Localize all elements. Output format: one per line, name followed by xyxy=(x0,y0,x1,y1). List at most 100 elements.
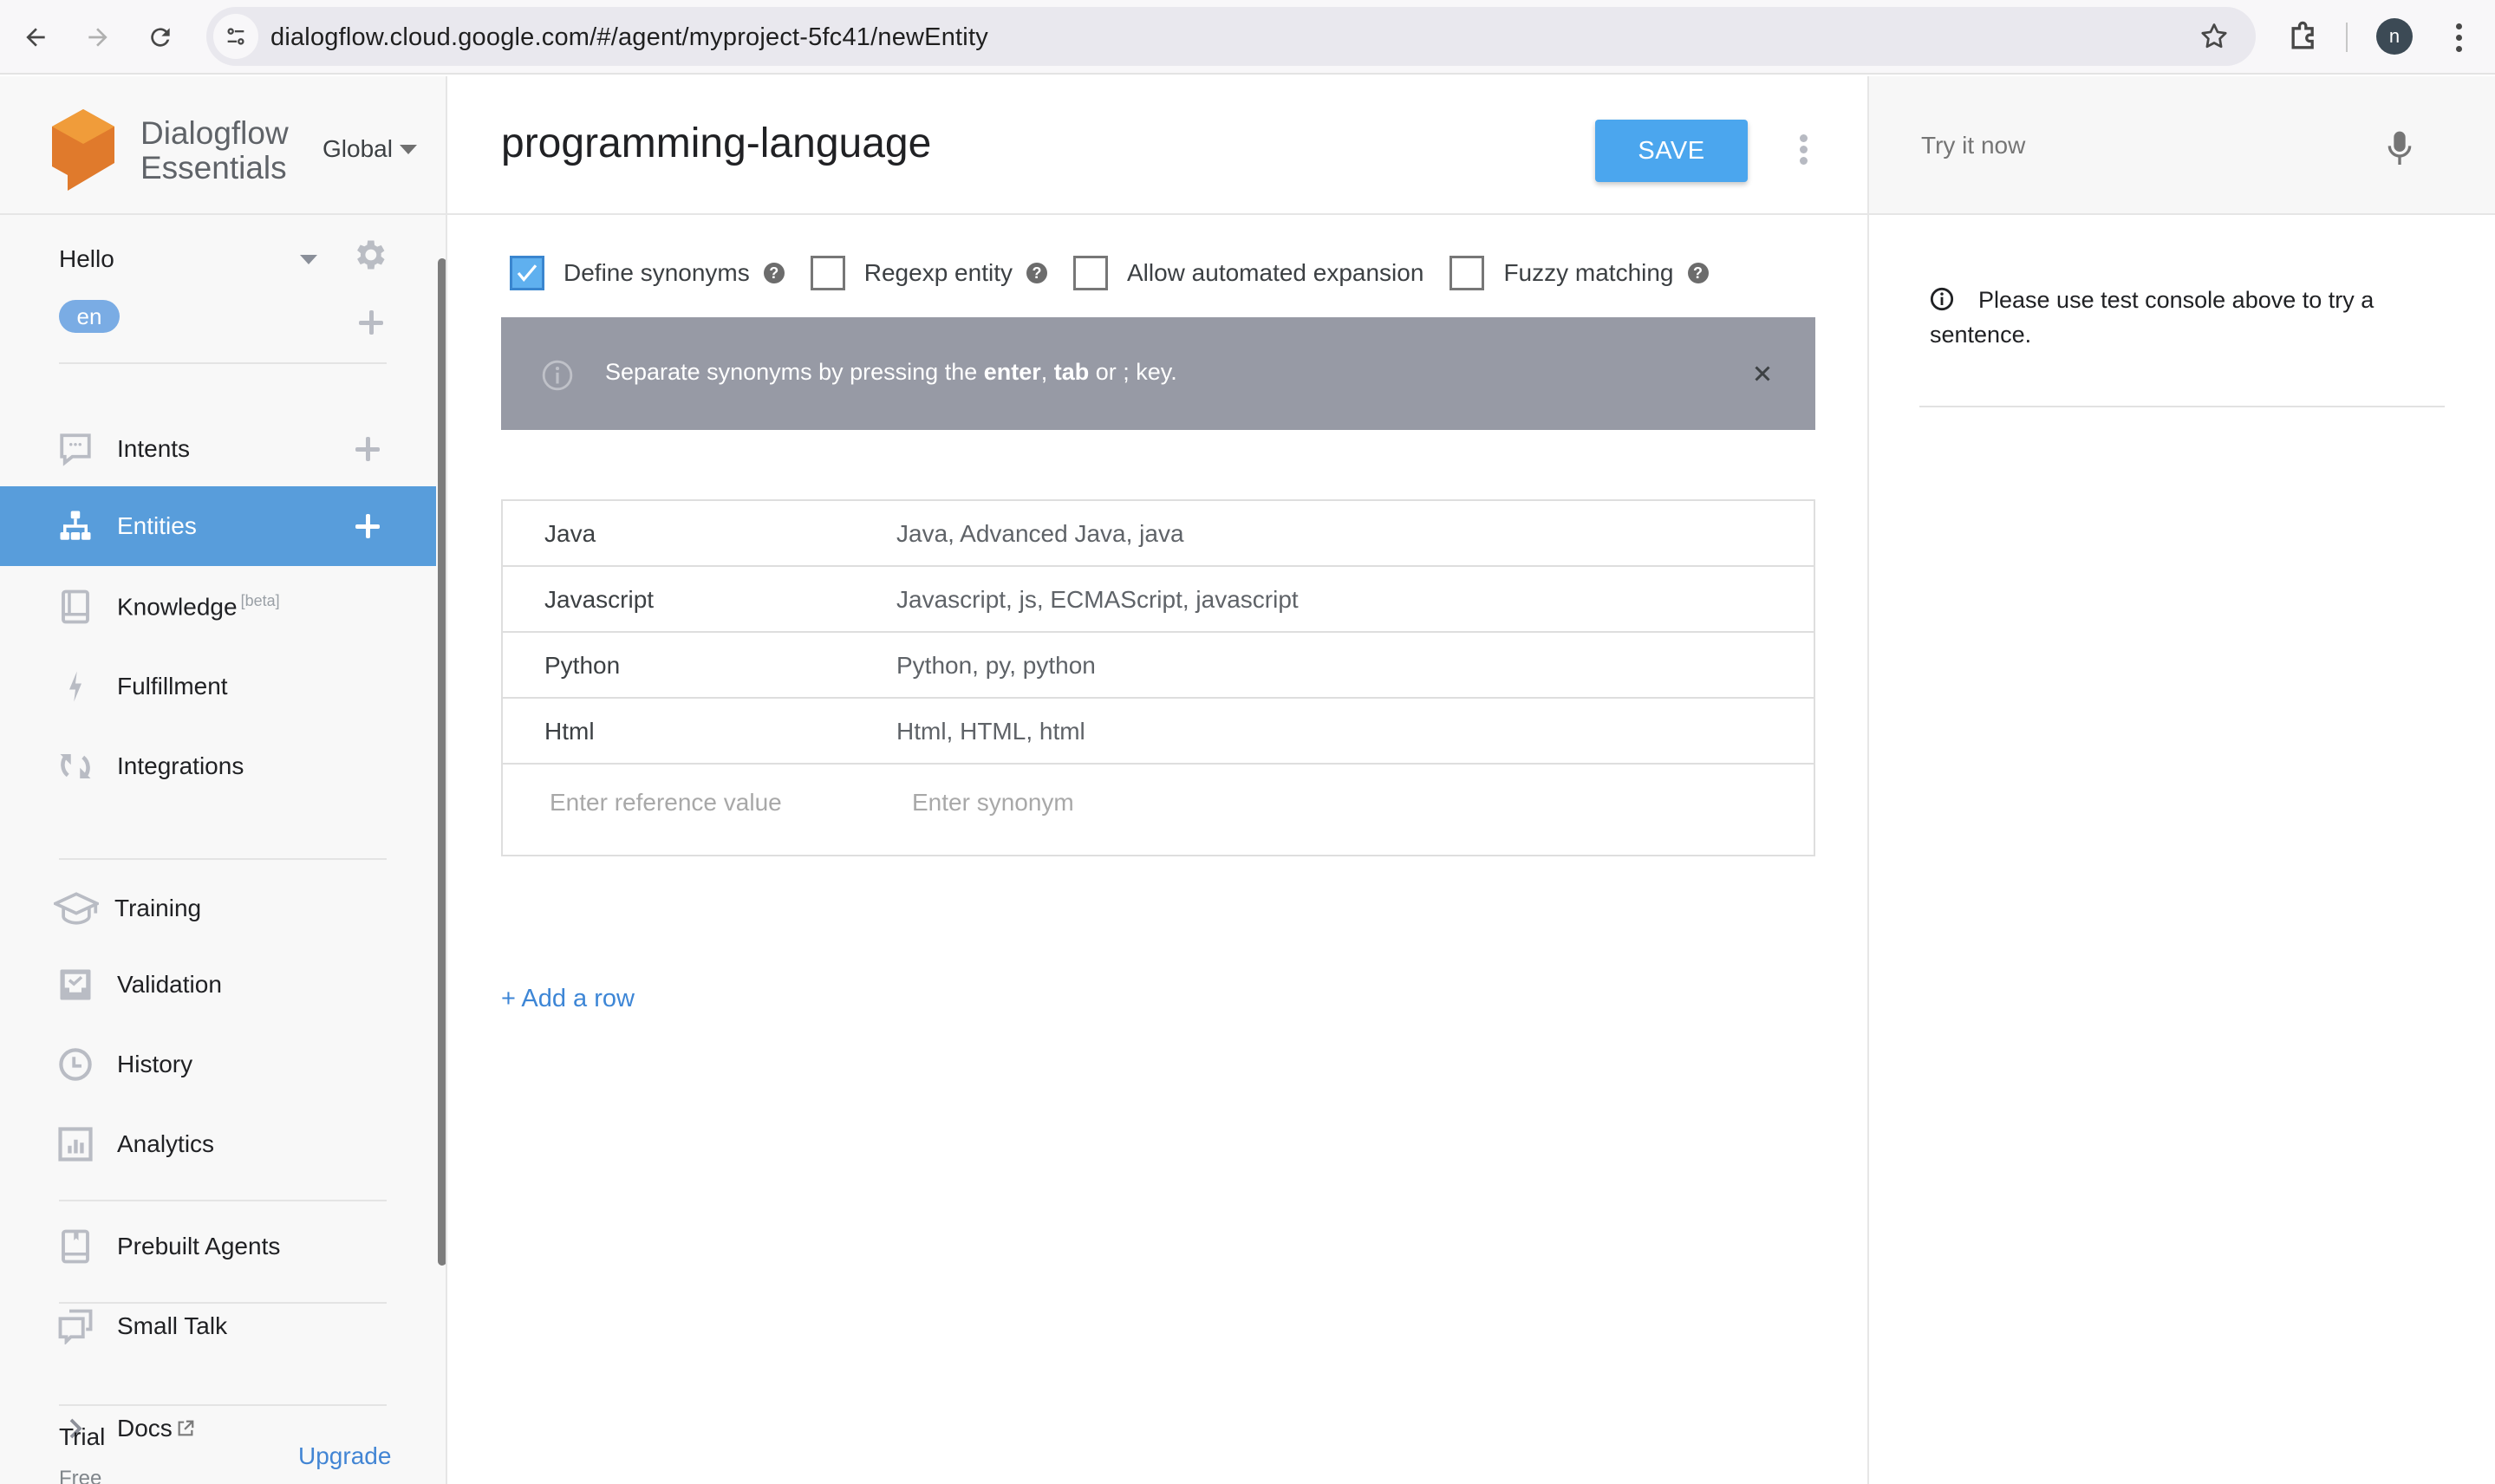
sidebar-item-prebuilt-agents[interactable]: Prebuilt Agents xyxy=(0,1207,436,1286)
synonyms-value[interactable]: Python, py, python xyxy=(896,652,1096,680)
synonym-input[interactable] xyxy=(912,789,1762,817)
option-define-synonyms[interactable]: Define synonyms ? xyxy=(510,256,785,290)
sidebar-item-label: Entities xyxy=(117,512,197,539)
site-info-button[interactable] xyxy=(213,14,258,59)
reference-value-input[interactable] xyxy=(550,789,879,817)
agent-settings-gear-icon[interactable] xyxy=(350,236,388,274)
extensions-icon[interactable] xyxy=(2285,17,2323,55)
help-icon[interactable]: ? xyxy=(763,263,785,283)
address-bar[interactable]: dialogflow.cloud.google.com/#/agent/mypr… xyxy=(206,7,2256,66)
sidebar-divider xyxy=(59,1302,387,1304)
region-label: Global xyxy=(322,135,393,162)
browser-toolbar: dialogflow.cloud.google.com/#/agent/mypr… xyxy=(0,0,2495,75)
sidebar-item-analytics[interactable]: Analytics xyxy=(0,1104,436,1184)
sidebar-item-label: Docs xyxy=(117,1415,195,1442)
sidebar-scrollbar[interactable] xyxy=(438,258,446,1266)
option-fuzzy-matching[interactable]: Fuzzy matching ? xyxy=(1449,256,1709,290)
reference-value[interactable]: Html xyxy=(544,718,595,745)
help-icon[interactable]: ? xyxy=(1687,263,1709,283)
add-entity-button[interactable] xyxy=(355,514,380,538)
small-talk-icon xyxy=(57,1308,94,1344)
sidebar-item-label: Fulfillment xyxy=(117,673,228,700)
agent-selector[interactable]: Hello xyxy=(59,238,388,281)
sidebar-item-label: Knowledge [beta] xyxy=(117,592,280,621)
sidebar-divider xyxy=(59,362,387,364)
allow-automated-expansion-checkbox[interactable] xyxy=(1072,256,1108,290)
regexp-entity-checkbox[interactable] xyxy=(810,256,845,290)
browser-menu-button[interactable] xyxy=(2443,16,2474,59)
history-icon xyxy=(57,1046,94,1083)
table-row[interactable]: Python Python, py, python xyxy=(503,633,1814,699)
save-button[interactable]: SAVE xyxy=(1595,120,1748,182)
checkmark-icon xyxy=(517,264,537,283)
define-synonyms-checkbox[interactable] xyxy=(510,256,544,290)
profile-initial: n xyxy=(2388,25,2401,47)
region-selector[interactable]: Global xyxy=(322,135,417,163)
add-intent-button[interactable] xyxy=(355,437,380,461)
profile-avatar[interactable]: n xyxy=(2376,18,2413,55)
url-text[interactable]: dialogflow.cloud.google.com/#/agent/mypr… xyxy=(270,23,988,52)
banner-suffix: or ; key. xyxy=(1089,359,1177,385)
back-button[interactable] xyxy=(14,16,57,59)
synonyms-value[interactable]: Java, Advanced Java, java xyxy=(896,520,1184,548)
dialogflow-logo-icon[interactable] xyxy=(52,109,114,192)
synonyms-info-banner: Separate synonyms by pressing the enter,… xyxy=(501,317,1815,430)
reference-value[interactable]: Java xyxy=(544,520,596,548)
entity-entries-table: Java Java, Advanced Java, java Javascrip… xyxy=(501,499,1815,856)
sidebar-item-knowledge[interactable]: Knowledge [beta] xyxy=(0,567,436,647)
sidebar-item-entities[interactable]: Entities xyxy=(0,486,436,566)
table-row[interactable]: Java Java, Advanced Java, java xyxy=(503,501,1814,567)
option-regexp-entity[interactable]: Regexp entity ? xyxy=(810,256,1047,290)
sidebar-item-fulfillment[interactable]: Fulfillment xyxy=(0,647,436,726)
sidebar-item-label: Integrations xyxy=(117,752,244,779)
reference-value[interactable]: Python xyxy=(544,652,620,680)
table-row[interactable]: Javascript Javascript, js, ECMAScript, j… xyxy=(503,567,1814,633)
bookmark-star-icon[interactable] xyxy=(2199,21,2230,52)
forward-icon xyxy=(88,28,107,47)
test-console-panel: Please use test console above to try a s… xyxy=(1869,76,2495,1484)
forward-button[interactable] xyxy=(76,16,120,59)
console-divider xyxy=(1919,406,2445,407)
microphone-icon[interactable] xyxy=(2382,128,2417,166)
info-icon xyxy=(542,360,573,391)
sidebar-item-integrations[interactable]: Integrations xyxy=(0,726,436,806)
brand-name: Dialogflow Essentials xyxy=(140,116,289,186)
language-code: en xyxy=(76,303,102,329)
banner-key-enter: enter xyxy=(983,359,1041,385)
close-icon[interactable] xyxy=(1749,361,1775,387)
sidebar-item-validation[interactable]: Validation xyxy=(0,945,436,1025)
reload-button[interactable] xyxy=(139,16,182,59)
editor-header: programming-language SAVE xyxy=(447,76,1867,215)
add-row-link[interactable]: + Add a row xyxy=(501,985,635,1013)
sidebar: Dialogflow Essentials Global Hello en In… xyxy=(0,76,447,1484)
try-it-now-input[interactable] xyxy=(1921,127,2372,165)
fuzzy-matching-checkbox[interactable] xyxy=(1449,256,1485,290)
more-options-button[interactable] xyxy=(1793,130,1814,168)
table-row[interactable]: Html Html, HTML, html xyxy=(503,699,1814,765)
add-language-button[interactable] xyxy=(359,310,383,335)
brand-line-1: Dialogflow xyxy=(140,115,289,151)
try-it-now-bar xyxy=(1869,76,2495,215)
intents-icon xyxy=(57,431,94,467)
agent-caret-down-icon xyxy=(300,255,317,264)
sidebar-divider xyxy=(59,1404,387,1406)
sidebar-item-training[interactable]: Training xyxy=(0,869,436,948)
banner-message: Separate synonyms by pressing the enter,… xyxy=(605,359,1177,386)
option-allow-automated-expansion[interactable]: Allow automated expansion xyxy=(1072,256,1423,290)
synonyms-value[interactable]: Html, HTML, html xyxy=(896,718,1085,745)
entity-name-title[interactable]: programming-language xyxy=(501,120,931,167)
sidebar-item-small-talk[interactable]: Small Talk xyxy=(0,1286,436,1366)
synonyms-value[interactable]: Javascript, js, ECMAScript, javascript xyxy=(896,586,1299,614)
entities-icon xyxy=(57,508,94,544)
external-link-icon xyxy=(178,1420,194,1436)
brand-line-2: Essentials xyxy=(140,150,287,186)
reference-value[interactable]: Javascript xyxy=(544,586,654,614)
sidebar-divider xyxy=(59,858,387,860)
prebuilt-agents-icon xyxy=(57,1228,94,1265)
upgrade-link[interactable]: Upgrade xyxy=(298,1442,391,1470)
language-badge[interactable]: en xyxy=(59,300,120,333)
sidebar-item-intents[interactable]: Intents xyxy=(0,409,436,489)
analytics-icon xyxy=(57,1126,94,1162)
sidebar-item-history[interactable]: History xyxy=(0,1025,436,1104)
help-icon[interactable]: ? xyxy=(1026,263,1047,283)
